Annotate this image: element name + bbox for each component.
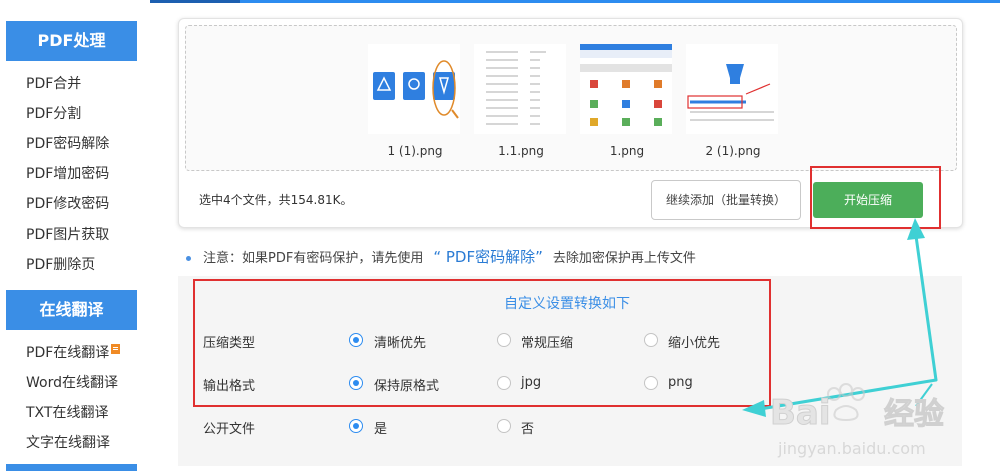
public-file-label: 公开文件	[203, 422, 256, 437]
sidebar: PDF处理 PDF合并 PDF分割 PDF密码解除 PDF增加密码 PDF修改密…	[0, 0, 150, 471]
watermark-url: jingyan.baidu.com	[777, 439, 926, 458]
highlight-box	[810, 166, 941, 229]
bullet-icon	[186, 256, 191, 261]
sidebar-item-pdf-merge[interactable]: PDF合并	[26, 74, 81, 94]
file-thumbnail[interactable]	[580, 44, 672, 134]
sidebar-header-next	[6, 464, 137, 471]
file-thumbnail[interactable]	[474, 44, 566, 134]
sidebar-item-word-translate[interactable]: Word在线翻译	[26, 373, 118, 393]
sidebar-item-pdf-split[interactable]: PDF分割	[26, 104, 81, 124]
sidebar-item-pdf-translate[interactable]: PDF在线翻译	[26, 343, 121, 363]
sidebar-header-pdf[interactable]: PDF处理	[6, 21, 137, 61]
continue-add-button[interactable]: 继续添加（批量转换）	[651, 180, 801, 220]
sidebar-item-pdf-delete-page[interactable]: PDF删除页	[26, 255, 95, 275]
sidebar-item-txt-translate[interactable]: TXT在线翻译	[26, 403, 108, 423]
baidu-jingyan-watermark: Bai 经验 jingyan.baidu.com	[770, 380, 1000, 465]
sidebar-item-pdf-add-password[interactable]: PDF增加密码	[26, 164, 109, 184]
new-badge-icon	[111, 344, 121, 354]
sidebar-item-label: PDF在线翻译	[26, 345, 110, 361]
file-thumbnail[interactable]	[686, 44, 778, 134]
notice: 注意：如果PDF有密码保护，请先使用 “ PDF密码解除” 去除加密保护再上传文件	[186, 246, 696, 267]
notice-text: 注意：如果PDF有密码保护，请先使用	[203, 251, 424, 266]
file-thumbnail[interactable]	[368, 44, 460, 134]
sidebar-header-translate[interactable]: 在线翻译	[6, 290, 137, 330]
notice-text: 去除加密保护再上传文件	[552, 251, 696, 266]
file-name: 1.1.png	[498, 144, 544, 158]
radio-public-no[interactable]	[497, 419, 511, 433]
svg-text:经验: 经验	[884, 397, 944, 432]
highlight-box	[193, 279, 771, 407]
svg-text:Bai: Bai	[770, 393, 831, 433]
sidebar-item-pdf-unlock[interactable]: PDF密码解除	[26, 134, 109, 154]
sidebar-item-pdf-change-password[interactable]: PDF修改密码	[26, 194, 109, 214]
file-name: 1.png	[609, 144, 645, 158]
option-label: 否	[521, 422, 535, 437]
option-label: 是	[374, 422, 388, 437]
radio-public-yes[interactable]	[349, 419, 363, 433]
file-dropzone[interactable]: 1 (1).png 1.1.png 1.png 2 (1).png	[185, 25, 957, 171]
selected-files-info: 选中4个文件，共154.81K。	[199, 193, 353, 207]
sidebar-item-text-translate[interactable]: 文字在线翻译	[26, 433, 110, 453]
top-active-tab-line	[140, 0, 240, 3]
pdf-unlock-link[interactable]: “ PDF密码解除”	[433, 248, 543, 266]
sidebar-item-pdf-image-extract[interactable]: PDF图片获取	[26, 225, 109, 245]
file-name: 2 (1).png	[705, 144, 761, 158]
file-name: 1 (1).png	[387, 144, 443, 158]
